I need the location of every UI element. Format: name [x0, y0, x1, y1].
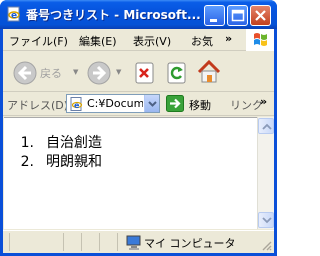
menu-edit[interactable]: 編集(E): [79, 33, 117, 49]
resize-grip-icon[interactable]: [260, 239, 272, 251]
menu-view[interactable]: 表示(V): [133, 33, 171, 49]
refresh-icon[interactable]: [167, 62, 187, 84]
maximize-button[interactable]: [227, 5, 248, 26]
minimize-icon: [210, 19, 217, 22]
list-item: 1. 自治創造: [10, 132, 102, 152]
scroll-up-button[interactable]: [258, 118, 274, 134]
menu-file[interactable]: ファイル(F): [9, 33, 68, 49]
forward-arrow-icon[interactable]: [87, 61, 111, 85]
close-icon: [255, 10, 266, 21]
ie-page-icon: e: [70, 97, 83, 111]
forward-dropdown-icon[interactable]: ▼: [116, 68, 121, 76]
close-button[interactable]: [250, 5, 271, 26]
windows-flag-logo: [246, 29, 274, 51]
address-input[interactable]: e C:¥Docum: [66, 94, 160, 113]
chevron-down-icon: [262, 217, 272, 224]
window-title: 番号つきリスト - Microsoft...: [26, 8, 201, 22]
scroll-down-button[interactable]: [258, 212, 274, 228]
svg-text:e: e: [11, 11, 17, 21]
menu-bar: ファイル(F) 編集(E) 表示(V) お気 »: [3, 29, 274, 51]
go-button-label[interactable]: 移動: [189, 97, 211, 113]
status-bar: マイ コンピュータ: [3, 230, 274, 253]
page-content: 1. 自治創造 2. 明朗親和: [4, 117, 257, 229]
chevron-down-icon: [148, 101, 157, 107]
stop-icon[interactable]: [135, 62, 155, 84]
list-item-number: 2.: [20, 154, 34, 170]
address-dropdown-button[interactable]: [144, 95, 159, 112]
list-item: 2. 明朗親和: [10, 151, 102, 171]
minimize-button[interactable]: [204, 5, 225, 26]
my-computer-icon: [126, 235, 141, 250]
status-divider: [9, 233, 10, 251]
address-label: アドレス(D): [7, 99, 69, 112]
security-zone-label: マイ コンピュータ: [144, 237, 236, 250]
chevron-up-icon: [262, 123, 272, 130]
status-divider: [99, 233, 100, 251]
maximize-icon: [231, 9, 245, 22]
browser-window: e 番号つきリスト - Microsoft... ファイル(F) 編集(E) 表…: [0, 0, 277, 256]
back-arrow-icon[interactable]: [13, 61, 37, 85]
vertical-scrollbar[interactable]: [257, 117, 274, 229]
windows-flag-icon: [254, 33, 267, 46]
list-item-number: 1.: [20, 135, 34, 151]
home-icon[interactable]: [196, 59, 222, 85]
title-bar[interactable]: e 番号つきリスト - Microsoft...: [0, 0, 277, 29]
menu-favorites[interactable]: お気: [191, 33, 213, 49]
standard-toolbar: 戻る ▼ ▼: [3, 52, 274, 92]
back-dropdown-icon[interactable]: ▼: [73, 68, 78, 76]
status-divider: [63, 233, 64, 251]
go-arrow-icon[interactable]: [166, 95, 184, 112]
status-divider: [117, 233, 118, 251]
list-item-text: 自治創造: [46, 135, 102, 151]
links-label[interactable]: リンク: [230, 97, 263, 113]
links-overflow-chevron[interactable]: »: [260, 95, 267, 108]
menu-overflow-chevron[interactable]: »: [225, 32, 232, 45]
list-item-text: 明朗親和: [46, 154, 102, 170]
status-divider: [81, 233, 82, 251]
address-bar: アドレス(D) e C:¥Docum 移動 リンク »: [3, 92, 274, 116]
back-button-label[interactable]: 戻る: [40, 65, 62, 81]
svg-text:e: e: [74, 101, 80, 110]
ie-page-icon: e: [7, 6, 20, 22]
address-value[interactable]: C:¥Docum: [87, 97, 143, 110]
